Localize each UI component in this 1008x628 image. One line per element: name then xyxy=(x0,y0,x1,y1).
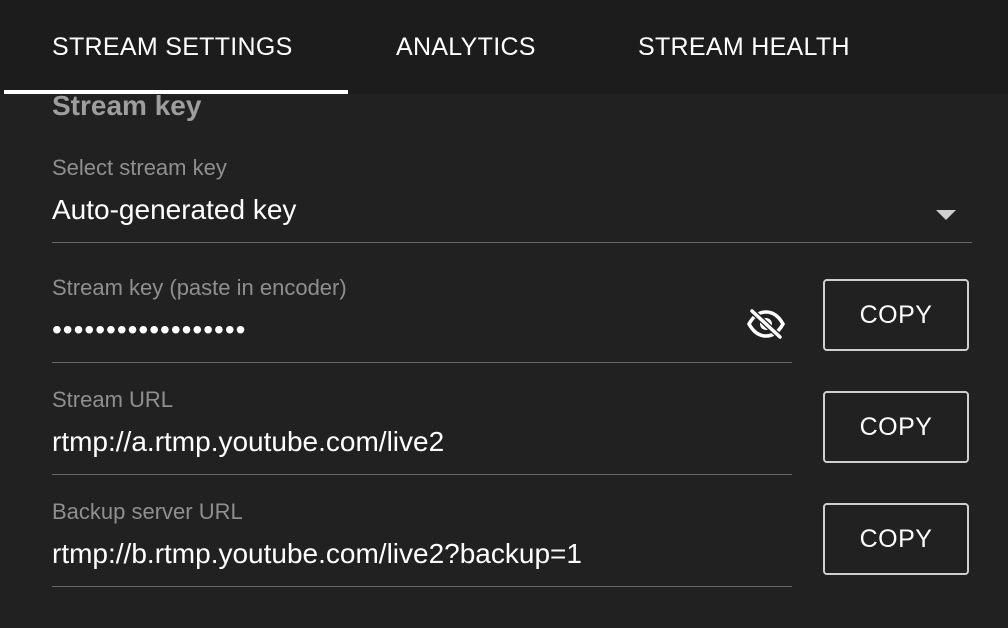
stream-key-field[interactable]: Stream key (paste in encoder) ••••••••••… xyxy=(52,270,792,365)
stream-settings-panel: STREAM SETTINGS ANALYTICS STREAM HEALTH … xyxy=(0,0,1008,628)
tab-label: STREAM HEALTH xyxy=(638,33,850,61)
copy-stream-url-button[interactable]: COPY xyxy=(823,391,969,463)
stream-key-select[interactable]: Select stream key Auto-generated key xyxy=(52,150,972,245)
backup-url-label: Backup server URL xyxy=(52,499,243,524)
eye-off-icon[interactable] xyxy=(746,308,786,340)
select-underline xyxy=(52,242,972,243)
stream-url-value: rtmp://a.rtmp.youtube.com/live2 xyxy=(52,426,445,457)
stream-url-label: Stream URL xyxy=(52,387,174,412)
select-stream-key-value: Auto-generated key xyxy=(52,194,297,225)
stream-url-field[interactable]: Stream URL rtmp://a.rtmp.youtube.com/liv… xyxy=(52,382,792,477)
stream-url-underline xyxy=(52,474,792,475)
section-title: Stream key xyxy=(52,90,202,121)
stream-key-masked-value: •••••••••••••••••• xyxy=(52,314,247,345)
backup-url-value: rtmp://b.rtmp.youtube.com/live2?backup=1 xyxy=(52,538,582,569)
backup-url-field[interactable]: Backup server URL rtmp://b.rtmp.youtube.… xyxy=(52,494,792,589)
select-stream-key-label: Select stream key xyxy=(52,155,227,180)
stream-key-underline xyxy=(52,362,792,363)
copy-stream-key-button[interactable]: COPY xyxy=(823,279,969,351)
copy-backup-url-button[interactable]: COPY xyxy=(823,503,969,575)
tab-label: STREAM SETTINGS xyxy=(52,33,293,61)
tab-analytics[interactable]: ANALYTICS xyxy=(396,0,536,94)
backup-url-underline xyxy=(52,586,792,587)
tab-stream-health[interactable]: STREAM HEALTH xyxy=(638,0,850,94)
stream-key-label: Stream key (paste in encoder) xyxy=(52,275,347,300)
tab-bar: STREAM SETTINGS ANALYTICS STREAM HEALTH xyxy=(0,0,1008,94)
tab-label: ANALYTICS xyxy=(396,33,536,61)
tab-stream-settings[interactable]: STREAM SETTINGS xyxy=(52,0,293,94)
dropdown-arrow-icon[interactable] xyxy=(936,210,956,220)
